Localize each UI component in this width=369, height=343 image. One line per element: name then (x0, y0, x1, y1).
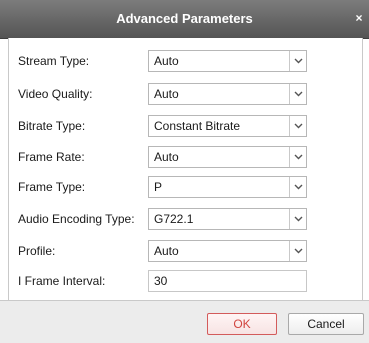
advanced-parameters-dialog: Advanced Parameters × Stream Type: Auto … (0, 0, 369, 343)
frame-rate-select[interactable]: Auto (148, 146, 307, 168)
video-quality-row: Video Quality: Auto (9, 83, 362, 105)
profile-select[interactable]: Auto (148, 240, 307, 262)
video-quality-select[interactable]: Auto (148, 83, 307, 105)
ok-button[interactable]: OK (207, 313, 277, 335)
parameters-panel: Stream Type: Auto Video Quality: Auto Bi… (8, 38, 363, 300)
chevron-down-icon[interactable] (289, 51, 306, 71)
i-frame-interval-value: 30 (154, 274, 168, 288)
stream-type-select[interactable]: Auto (148, 50, 307, 72)
frame-rate-row: Frame Rate: Auto (9, 146, 362, 168)
audio-encoding-type-select[interactable]: G722.1 (148, 208, 307, 230)
chevron-down-icon[interactable] (289, 209, 306, 229)
dialog-title: Advanced Parameters (116, 11, 253, 26)
chevron-down-icon[interactable] (289, 116, 306, 136)
audio-encoding-type-label: Audio Encoding Type: (18, 212, 135, 226)
chevron-down-icon[interactable] (289, 177, 306, 197)
cancel-button[interactable]: Cancel (288, 313, 364, 335)
frame-type-label: Frame Type: (18, 180, 86, 194)
profile-value: Auto (154, 244, 179, 258)
i-frame-interval-label: I Frame Interval: (18, 274, 106, 288)
chevron-down-icon[interactable] (289, 241, 306, 261)
close-icon[interactable]: × (353, 12, 365, 24)
bitrate-type-label: Bitrate Type: (18, 119, 86, 133)
frame-rate-label: Frame Rate: (18, 150, 85, 164)
frame-type-row: Frame Type: P (9, 176, 362, 198)
profile-row: Profile: Auto (9, 240, 362, 262)
stream-type-row: Stream Type: Auto (9, 50, 362, 72)
frame-type-select[interactable]: P (148, 176, 307, 198)
frame-type-value: P (154, 180, 163, 194)
audio-encoding-type-row: Audio Encoding Type: G722.1 (9, 208, 362, 230)
dialog-titlebar[interactable]: Advanced Parameters × (0, 0, 369, 39)
dialog-footer: OK Cancel (0, 300, 369, 343)
bitrate-type-row: Bitrate Type: Constant Bitrate (9, 115, 362, 137)
stream-type-label: Stream Type: (18, 54, 90, 68)
video-quality-value: Auto (154, 87, 179, 101)
stream-type-value: Auto (154, 54, 179, 68)
video-quality-label: Video Quality: (18, 87, 93, 101)
chevron-down-icon[interactable] (289, 147, 306, 167)
i-frame-interval-input[interactable]: 30 (148, 270, 307, 292)
audio-encoding-type-value: G722.1 (154, 212, 194, 226)
profile-label: Profile: (18, 244, 56, 258)
frame-rate-value: Auto (154, 150, 179, 164)
i-frame-interval-row: I Frame Interval: 30 (9, 270, 362, 292)
bitrate-type-value: Constant Bitrate (154, 119, 241, 133)
chevron-down-icon[interactable] (289, 84, 306, 104)
bitrate-type-select[interactable]: Constant Bitrate (148, 115, 307, 137)
